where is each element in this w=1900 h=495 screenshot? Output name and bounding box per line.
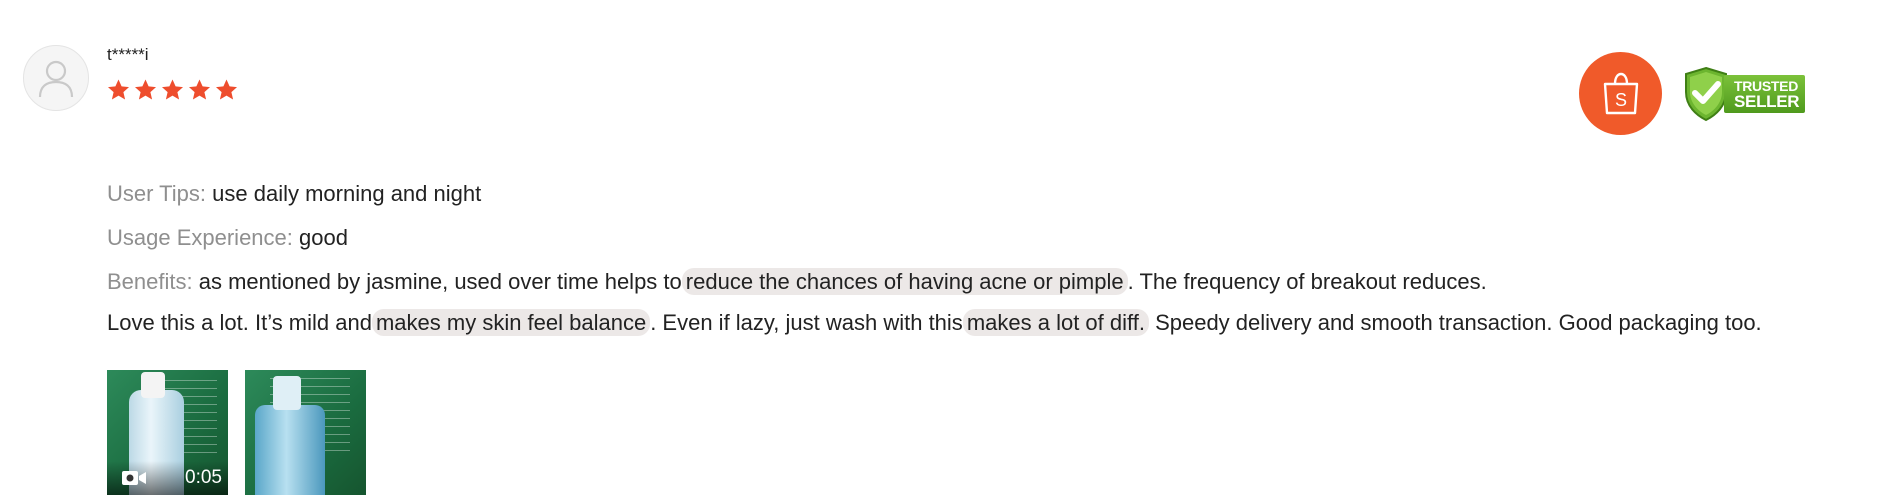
user-icon (38, 60, 74, 98)
trusted-seller-text: TRUSTED SELLER (1724, 74, 1806, 113)
shopee-logo: S (1579, 52, 1662, 135)
image-thumbnail[interactable] (245, 370, 366, 495)
comment-text: Love this a lot. It’s mild and (107, 310, 372, 335)
detail-benefits: Benefits: as mentioned by jasmine, used … (107, 260, 1487, 304)
detail-value: use daily morning and night (212, 181, 482, 206)
detail-label: Benefits: (107, 269, 193, 294)
star-icon (108, 79, 129, 100)
detail-value: . The frequency of breakout reduces. (1127, 269, 1487, 294)
seller-label: SELLER (1734, 91, 1800, 111)
detail-value: as mentioned by jasmine, used over time … (198, 269, 682, 294)
review-details: User Tips: use daily morning and night U… (107, 172, 1487, 304)
reviewer-username[interactable]: t*****i (107, 45, 149, 65)
faded-overlay (107, 112, 647, 140)
shopee-letter: S (1614, 90, 1626, 110)
detail-label: Usage Experience: (107, 225, 293, 250)
bottle-pump (141, 372, 165, 398)
star-icon (189, 79, 210, 100)
product-review: t*****i S TRUSTED SELLER User Tips: use … (0, 0, 1900, 495)
detail-value: good (299, 225, 348, 250)
bottle-pump (273, 376, 301, 410)
star-rating (106, 78, 239, 102)
shopping-bag-icon: S (1603, 72, 1638, 114)
comment-text: . Even if lazy, just wash with this (650, 310, 963, 335)
product-bottle (255, 405, 325, 495)
comment-text: Speedy delivery and smooth transaction. … (1148, 310, 1762, 335)
star-icon (162, 79, 183, 100)
detail-user-tips: User Tips: use daily morning and night (107, 172, 1487, 216)
review-media: 0:05 (107, 370, 366, 495)
trusted-seller-badge: TRUSTED SELLER (1682, 66, 1806, 122)
video-info-bar: 0:05 (107, 461, 228, 495)
detail-usage-experience: Usage Experience: good (107, 216, 1487, 260)
highlighted-phrase: makes my skin feel balance (371, 309, 651, 336)
trusted-label: TRUSTED (1734, 77, 1799, 94)
video-camera-icon (122, 471, 146, 485)
avatar[interactable] (23, 45, 89, 111)
highlighted-phrase: makes a lot of diff. (962, 309, 1149, 336)
review-comment: Love this a lot. It’s mild and makes my s… (107, 309, 1762, 336)
highlighted-phrase: reduce the chances of having acne or pim… (681, 268, 1128, 295)
star-icon (216, 79, 237, 100)
video-thumbnail[interactable]: 0:05 (107, 370, 228, 495)
shield-check-icon (1685, 66, 1727, 121)
star-icon (135, 79, 156, 100)
seller-badges: S TRUSTED SELLER (1579, 52, 1806, 135)
video-duration: 0:05 (185, 467, 222, 488)
detail-label: User Tips: (107, 181, 207, 206)
